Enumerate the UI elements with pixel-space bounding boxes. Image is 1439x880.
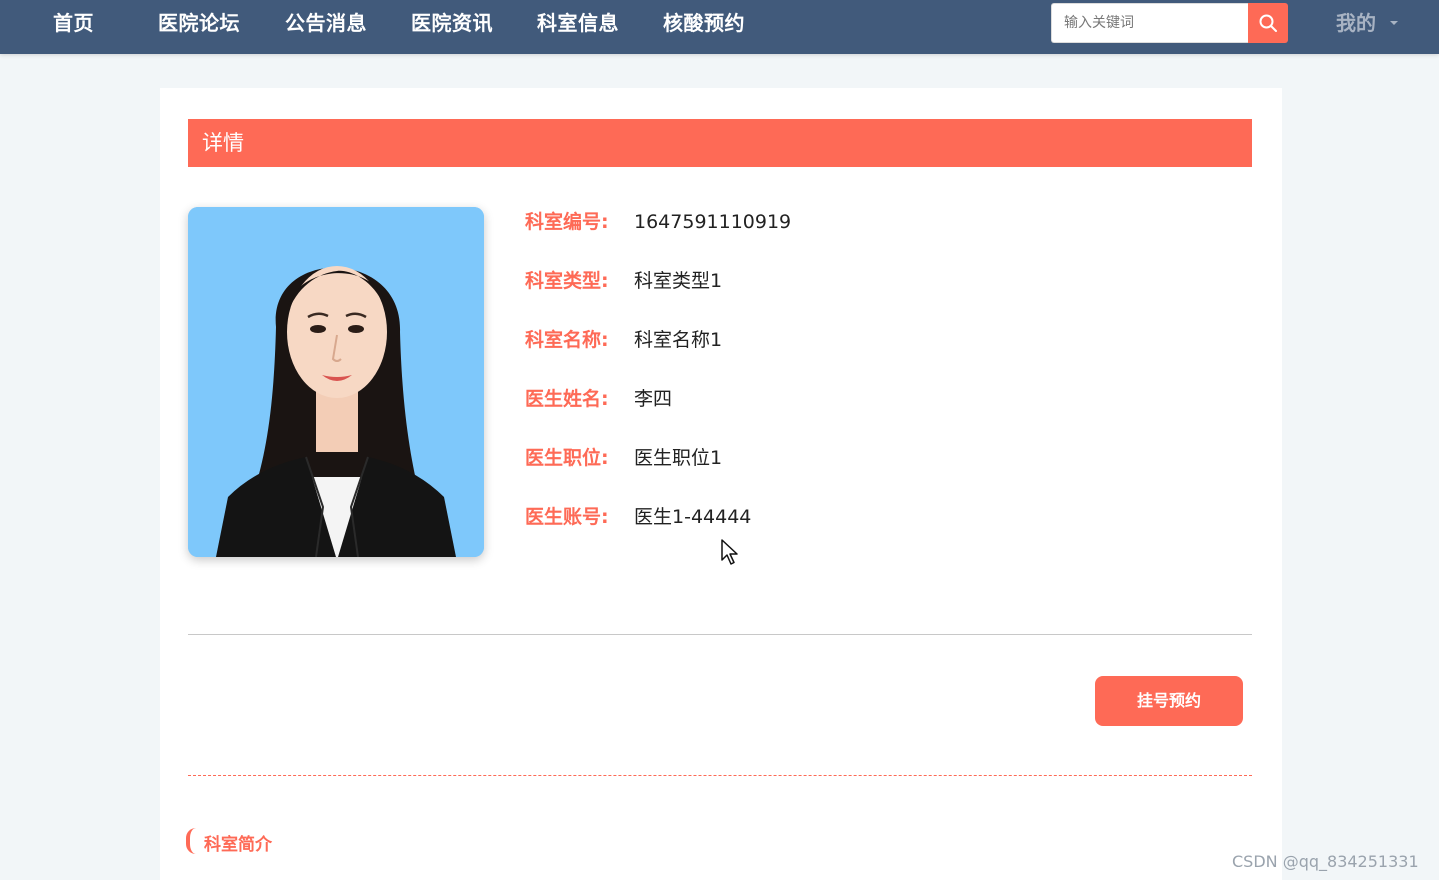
nav-item-news[interactable]: 医院资讯 (411, 0, 493, 46)
top-nav-bar: 首页 医院论坛 公告消息 医院资讯 科室信息 核酸预约 我的 (0, 0, 1439, 54)
section-title-intro: 科室简介 (204, 835, 272, 855)
nav-item-forum[interactable]: 医院论坛 (158, 0, 240, 46)
watermark-text: CSDN @qq_834251331 (1232, 852, 1419, 871)
search-input[interactable] (1051, 3, 1249, 43)
chevron-down-icon[interactable] (1390, 21, 1398, 25)
nav-item-departments[interactable]: 科室信息 (537, 0, 619, 46)
field-label: 医生姓名: (525, 388, 609, 410)
detail-header: 详情 (188, 119, 1252, 167)
field-value: 医生1-44444 (634, 506, 752, 528)
search-button[interactable] (1248, 3, 1288, 43)
section-divider (188, 634, 1252, 635)
field-label: 科室类型: (525, 270, 609, 292)
nav-item-home[interactable]: 首页 (53, 0, 94, 46)
field-label: 医生账号: (525, 506, 609, 528)
dashed-divider (188, 775, 1252, 776)
mouse-cursor-icon (721, 539, 738, 565)
search-icon (1259, 14, 1277, 32)
field-value: 医生职位1 (634, 447, 723, 469)
mine-menu[interactable]: 我的 (1336, 0, 1376, 46)
field-label: 医生职位: (525, 447, 609, 469)
doctor-photo (188, 207, 484, 557)
field-label: 科室编号: (525, 211, 609, 233)
section-bracket-icon (186, 828, 198, 854)
field-value: 科室类型1 (634, 270, 723, 292)
field-value: 李四 (634, 388, 673, 410)
book-appointment-button[interactable]: 挂号预约 (1095, 676, 1243, 726)
nav-item-announcements[interactable]: 公告消息 (285, 0, 367, 46)
field-label: 科室名称: (525, 329, 609, 351)
field-value: 科室名称1 (634, 329, 723, 351)
doctor-portrait-image (188, 207, 484, 557)
nav-item-nucleic-booking[interactable]: 核酸预约 (663, 0, 745, 46)
field-value: 1647591110919 (634, 211, 792, 233)
